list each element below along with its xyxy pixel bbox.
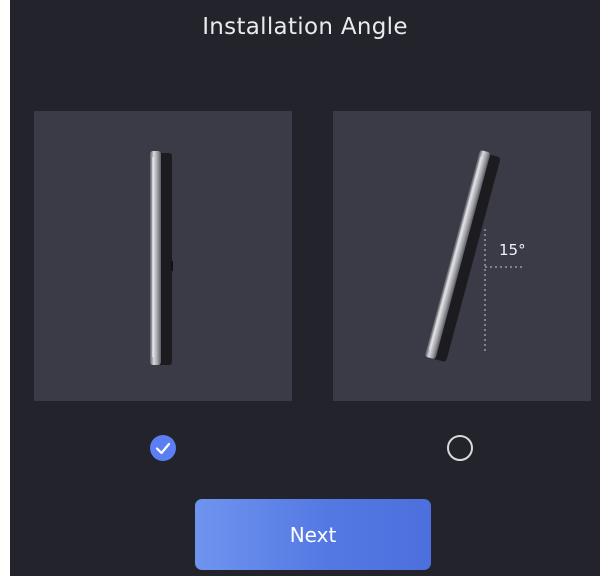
installation-angle-screen: Installation Angle 15° Next: [10, 0, 600, 576]
angle-label: 15°: [499, 241, 526, 259]
page-title: Installation Angle: [202, 14, 408, 40]
next-button[interactable]: Next: [195, 499, 431, 570]
option-card-tilted[interactable]: 15°: [333, 111, 591, 401]
device-vertical-icon: [150, 151, 173, 365]
tilted-device-body: [425, 150, 501, 362]
option-card-vertical[interactable]: [34, 111, 292, 401]
checkmark-icon: [155, 442, 171, 455]
radio-vertical-selected[interactable]: [150, 435, 176, 461]
radio-tilted[interactable]: [447, 435, 473, 461]
device-tilted-icon: [425, 150, 525, 362]
